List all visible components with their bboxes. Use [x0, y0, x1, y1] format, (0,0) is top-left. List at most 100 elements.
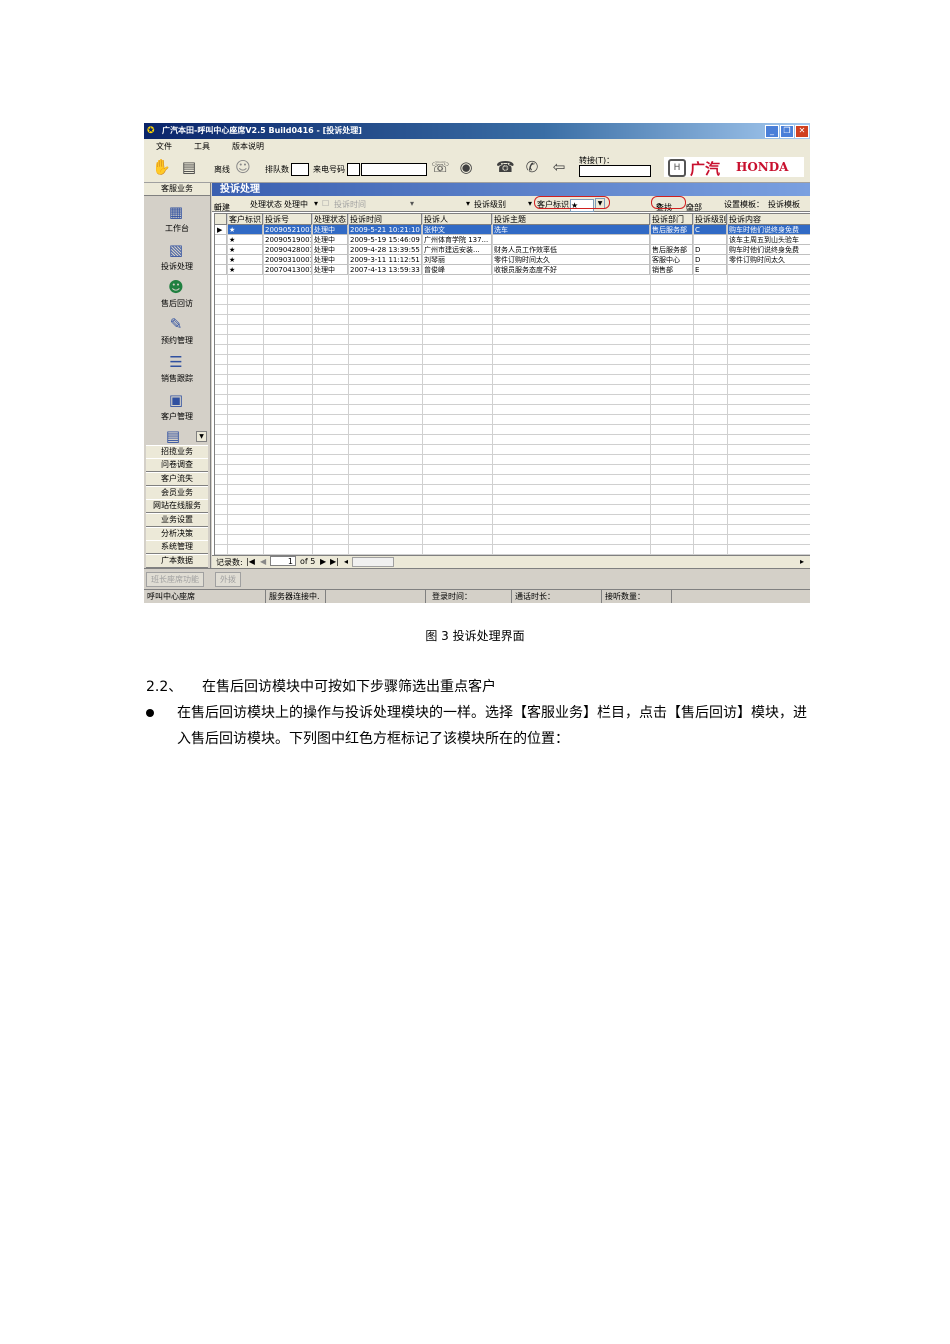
table-cell[interactable]: 处理中	[312, 255, 348, 265]
table-cell[interactable]: 2009-5-21 10:21:10	[348, 225, 422, 235]
computer-icon[interactable]: ▤	[180, 158, 198, 176]
table-cell[interactable]: ★	[227, 235, 263, 245]
table-cell[interactable]: 刘琴丽	[422, 255, 492, 265]
hangup-icon[interactable]: ☎	[496, 158, 515, 176]
column-header[interactable]: 投诉人	[422, 214, 492, 225]
sidebar-item-appointment[interactable]: ✎ 预约管理	[144, 313, 210, 351]
table-cell[interactable]: D	[693, 245, 727, 255]
sidebar-item-sales[interactable]: ☰ 销售跟踪	[144, 351, 210, 389]
table-cell[interactable]: 20090310001	[263, 255, 312, 265]
table-cell[interactable]: 购车时他们说终身免费	[727, 245, 810, 255]
back-arrow-icon[interactable]: ⇦	[550, 158, 568, 176]
caller-number-checkbox[interactable]	[347, 163, 360, 176]
table-cell[interactable]: ★	[227, 245, 263, 255]
sidebar-btn-data[interactable]: 广本数据	[146, 554, 208, 568]
table-cell[interactable]: 客服中心	[650, 255, 693, 265]
status-face-icon[interactable]: ☺	[234, 158, 252, 176]
sidebar-btn-churn[interactable]: 客户流失	[146, 472, 208, 486]
scroll-down-icon[interactable]: ▼	[196, 431, 207, 442]
menu-file[interactable]: 文件	[156, 141, 172, 152]
table-cell[interactable]: 曾俊峰	[422, 265, 492, 275]
table-cell[interactable]: 2009-5-19 15:46:09	[348, 235, 422, 245]
table-cell[interactable]: 20090428001	[263, 245, 312, 255]
scroll-left-icon[interactable]: ◂	[344, 557, 348, 566]
column-header[interactable]: 投诉级别	[693, 214, 727, 225]
table-cell[interactable]: 售后服务部	[650, 245, 693, 255]
sidebar-btn-online[interactable]: 网站在线服务	[146, 499, 208, 513]
menu-version[interactable]: 版本说明	[232, 141, 264, 152]
column-header[interactable]: 投诉主题	[492, 214, 650, 225]
sidebar-more[interactable]: ▤ ▼	[144, 427, 210, 445]
table-cell[interactable]: 财务人员工作效率低	[492, 245, 650, 255]
table-cell[interactable]	[693, 235, 727, 245]
table-cell[interactable]	[492, 235, 650, 245]
table-cell[interactable]: 处理中	[312, 245, 348, 255]
column-header[interactable]: 投诉内容	[727, 214, 810, 225]
table-cell[interactable]: 20070413001	[263, 265, 312, 275]
restore-button[interactable]: ❐	[780, 125, 794, 138]
table-cell[interactable]: 2009-3-11 11:12:51	[348, 255, 422, 265]
sidebar-item-complaint[interactable]: ▧ 投诉处理	[144, 239, 210, 277]
status-dropdown-icon[interactable]: ▾	[314, 199, 318, 208]
table-cell[interactable]: 洗车	[492, 225, 650, 235]
table-cell[interactable]: 该车主周五到山头验车	[727, 235, 810, 245]
table-cell[interactable]	[650, 235, 693, 245]
last-page-icon[interactable]: ▶|	[330, 557, 339, 566]
column-header[interactable]: 投诉部门	[650, 214, 693, 225]
scroll-right-icon[interactable]: ▸	[800, 557, 804, 566]
close-button[interactable]: ✕	[795, 125, 809, 138]
table-cell[interactable]: 销售部	[650, 265, 693, 275]
table-cell[interactable]: 广州体育学院 137...	[422, 235, 492, 245]
table-cell[interactable]: 2007-4-13 13:59:33	[348, 265, 422, 275]
volume-icon[interactable]: ◉	[457, 158, 475, 176]
transfer-select[interactable]	[579, 165, 651, 177]
column-header[interactable]: 处理状态	[312, 214, 348, 225]
sidebar-item-workbench[interactable]: ▦ 工作台	[144, 201, 210, 239]
table-cell[interactable]: 售后服务部	[650, 225, 693, 235]
table-cell[interactable]: ★	[227, 265, 263, 275]
caller-number-field[interactable]	[361, 163, 427, 176]
menu-tools[interactable]: 工具	[194, 141, 210, 152]
table-cell[interactable]: ★	[227, 225, 263, 235]
time-dropdown-icon[interactable]: ▾	[410, 199, 414, 208]
agent-icon[interactable]: ✋	[152, 158, 171, 176]
sidebar-item-customer[interactable]: ▣ 客户管理	[144, 389, 210, 427]
sidebar-btn-member[interactable]: 会员业务	[146, 486, 208, 500]
next-page-icon[interactable]: ▶	[320, 557, 326, 566]
table-cell[interactable]: 处理中	[312, 265, 348, 275]
sidebar-header[interactable]: 客服业务	[144, 183, 210, 196]
team-leader-button[interactable]: 班长座席功能	[146, 572, 204, 587]
sidebar-btn-settings[interactable]: 业务设置	[146, 513, 208, 527]
table-cell[interactable]: 20090519001	[263, 235, 312, 245]
column-header[interactable]: 投诉号	[263, 214, 312, 225]
level-select-arrow-icon[interactable]: ▾	[528, 199, 532, 208]
template-select[interactable]: 投诉模板	[768, 199, 800, 210]
sidebar-item-aftersales[interactable]: ☻ 售后回访	[144, 276, 210, 314]
table-cell[interactable]: 20090521001	[263, 225, 312, 235]
table-cell[interactable]: 处理中	[312, 235, 348, 245]
table-cell[interactable]: 张仲文	[422, 225, 492, 235]
level-dropdown-icon[interactable]: ▾	[466, 199, 470, 208]
table-cell[interactable]: 收银员服务态度不好	[492, 265, 650, 275]
outbound-button[interactable]: 外拨	[215, 572, 241, 587]
table-cell[interactable]: D	[693, 255, 727, 265]
time-checkbox[interactable]: ☐	[322, 199, 329, 208]
table-cell[interactable]: 零件订购时间太久	[727, 255, 810, 265]
table-cell[interactable]: 处理中	[312, 225, 348, 235]
answer-phone-icon[interactable]: ☏	[431, 158, 450, 176]
table-cell[interactable]: E	[693, 265, 727, 275]
page-input[interactable]: 1	[270, 556, 296, 566]
table-cell[interactable]: 购车时他们说终身免费	[727, 225, 810, 235]
minimize-button[interactable]: _	[765, 125, 779, 138]
horizontal-scroll-thumb[interactable]	[352, 557, 394, 567]
table-cell[interactable]: 2009-4-28 13:39:55	[348, 245, 422, 255]
status-select[interactable]: 处理中	[284, 199, 314, 210]
table-cell[interactable]: ★	[227, 255, 263, 265]
hold-icon[interactable]: ✆	[523, 158, 541, 176]
sidebar-btn-solicit[interactable]: 招揽业务	[146, 445, 208, 459]
sidebar-btn-survey[interactable]: 问卷调查	[146, 458, 208, 472]
prev-page-icon[interactable]: ◀	[260, 557, 266, 566]
table-cell[interactable]	[727, 265, 810, 275]
sidebar-btn-system[interactable]: 系统管理	[146, 540, 208, 554]
table-cell[interactable]: C	[693, 225, 727, 235]
